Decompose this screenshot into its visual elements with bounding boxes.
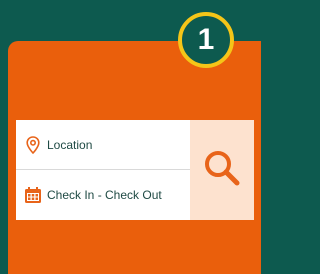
location-field[interactable]: Location [16,120,190,170]
search-panel: Location Check In - Check Out [16,120,254,220]
search-fields: Location Check In - Check Out [16,120,190,220]
calendar-icon [24,185,42,205]
dates-label: Check In - Check Out [47,188,162,202]
dates-field[interactable]: Check In - Check Out [16,170,190,220]
search-icon [202,148,242,193]
step-number-badge: 1 [178,12,234,68]
location-label: Location [47,137,93,152]
step-number: 1 [197,23,215,56]
map-pin-icon [24,135,42,155]
search-button[interactable] [190,120,254,220]
